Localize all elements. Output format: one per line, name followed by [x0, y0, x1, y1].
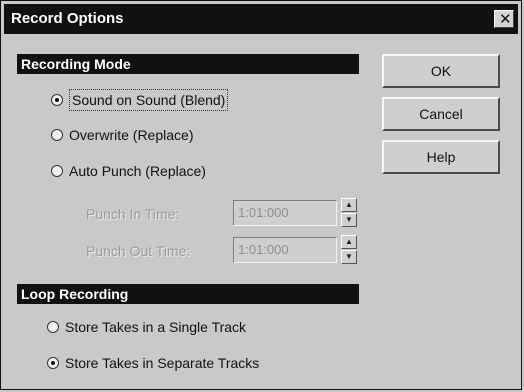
radio-button[interactable] [47, 321, 59, 333]
radio-label: Store Takes in Separate Tracks [65, 355, 260, 371]
radio-label: Auto Punch (Replace) [69, 163, 206, 179]
radio-button-checked[interactable] [51, 94, 63, 106]
recording-mode-header: Recording Mode [17, 54, 359, 74]
dialog-title: Record Options [11, 10, 124, 27]
punch-in-label: Punch In Time: [86, 206, 180, 222]
punch-out-label: Punch Out Time: [86, 243, 191, 259]
spin-down-icon[interactable]: ▼ [341, 213, 357, 227]
close-button[interactable]: ✕ [494, 10, 514, 28]
spin-up-icon[interactable]: ▲ [341, 198, 357, 212]
close-icon: ✕ [499, 11, 512, 28]
radio-label: Sound on Sound (Blend) [69, 89, 229, 111]
radio-label: Store Takes in a Single Track [65, 319, 247, 335]
punch-out-spinner[interactable]: ▲ ▼ [341, 235, 357, 265]
punch-in-time-input[interactable]: 1:01:000 [233, 200, 337, 226]
radio-button[interactable] [51, 165, 63, 177]
radio-button[interactable] [51, 129, 63, 141]
ok-button[interactable]: OK [382, 54, 500, 88]
loop-recording-header: Loop Recording [17, 284, 359, 304]
spin-up-icon[interactable]: ▲ [341, 235, 357, 249]
punch-in-spinner[interactable]: ▲ ▼ [341, 198, 357, 228]
punch-out-time-input[interactable]: 1:01:000 [233, 237, 337, 263]
spin-down-icon[interactable]: ▼ [341, 250, 357, 264]
radio-button-checked[interactable] [47, 357, 59, 369]
cancel-button[interactable]: Cancel [382, 97, 500, 131]
radio-label: Overwrite (Replace) [69, 127, 194, 143]
help-button[interactable]: Help [382, 140, 500, 174]
record-options-dialog: Record Options ✕ Recording Mode Sound on… [0, 0, 522, 390]
title-bar: Record Options ✕ [4, 4, 518, 34]
